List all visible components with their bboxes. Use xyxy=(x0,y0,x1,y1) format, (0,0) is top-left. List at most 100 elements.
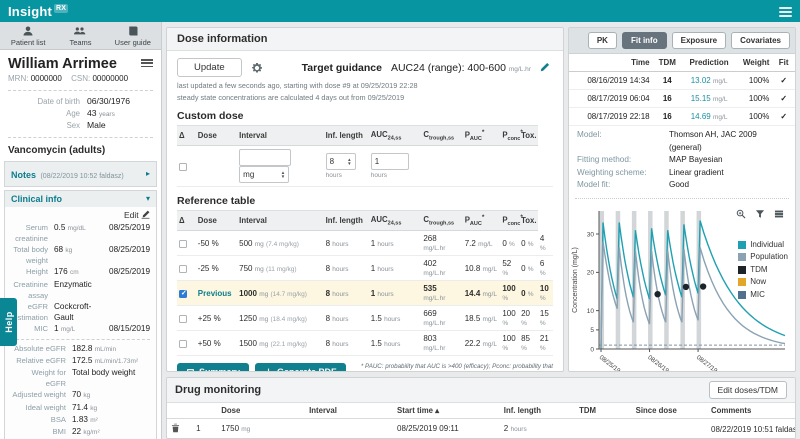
demographic-value: Male xyxy=(87,120,106,132)
row-checkbox[interactable] xyxy=(179,315,187,323)
steady-state-text: steady state concentrations are calculat… xyxy=(177,93,553,102)
col-prediction: Prediction xyxy=(682,54,736,72)
delete-dose-button[interactable] xyxy=(171,426,180,435)
patient-ids: MRN: 0000000 CSN: 00000000 xyxy=(0,73,161,87)
pencil-icon xyxy=(540,62,550,72)
tdm-point[interactable] xyxy=(700,283,706,289)
dose-unit-select[interactable]: mg▲▼ xyxy=(239,166,289,183)
edit-target-button[interactable] xyxy=(540,59,550,77)
last-updated-text: last updated a few seconds ago, starting… xyxy=(177,81,553,90)
reference-row[interactable]: +25 %1250 mg (18.4 mg/kg)8 hours1.5 hour… xyxy=(177,306,553,331)
col-start-time[interactable]: Start time ▴ xyxy=(393,403,500,419)
col-: Δ xyxy=(177,126,196,146)
custom-dose-checkbox[interactable] xyxy=(179,163,187,171)
edit-doses-tdm-button[interactable]: Edit doses/TDM xyxy=(709,381,787,399)
generate-pdf-button[interactable]: Generate PDF xyxy=(255,363,346,372)
reference-row[interactable]: -50 %500 mg (7.4 mg/kg)8 hours1 hours268… xyxy=(177,231,553,256)
sort-asc-icon: ▴ xyxy=(435,406,439,415)
nav-patient-list[interactable]: Patient list xyxy=(2,25,54,47)
demographic-label: Date of birth xyxy=(8,96,80,108)
col-since-dose[interactable]: Since dose xyxy=(632,403,707,419)
clinical-row: Height 176 cm 08/25/2019 xyxy=(11,266,150,278)
tab-exposure[interactable]: Exposure xyxy=(672,32,726,49)
drug-monitoring-title: Drug monitoring xyxy=(175,384,261,396)
clinical-row: Weight for eGFR Total body weight xyxy=(11,367,150,389)
pauc-cell: 52 % xyxy=(500,256,519,281)
funnel-icon xyxy=(755,209,765,219)
patient-menu-icon[interactable] xyxy=(141,59,153,68)
legend-item-now[interactable]: Now xyxy=(738,276,788,289)
reference-row[interactable]: Previous1000 mg (14.7 mg/kg)8 hours1 hou… xyxy=(177,281,553,306)
row-checkbox[interactable] xyxy=(179,290,187,298)
help-tab[interactable]: Help xyxy=(0,298,17,346)
nav-teams[interactable]: Teams xyxy=(54,25,106,47)
clinical-edit-button[interactable]: Edit xyxy=(11,209,150,222)
fit-time: 08/17/2019 06:04 xyxy=(569,90,653,108)
clinical-date: 08/25/2019 xyxy=(106,222,150,233)
row-checkbox[interactable] xyxy=(179,240,187,248)
settings-button[interactable] xyxy=(251,62,263,74)
clinical-value: 0.5 mg/dL xyxy=(54,222,106,234)
chart-filter-button[interactable] xyxy=(751,207,768,221)
legend-item-individual[interactable]: Individual xyxy=(738,239,788,252)
interval-stepper[interactable]: 8▲▼ xyxy=(326,153,356,170)
tdm-point[interactable] xyxy=(683,283,689,289)
col-weight: Weight xyxy=(736,54,772,72)
legend-label: Population xyxy=(750,251,788,264)
menu-icon[interactable] xyxy=(779,7,792,16)
col-tdm[interactable]: TDM xyxy=(575,403,632,419)
nav-user-guide[interactable]: User guide xyxy=(107,25,159,47)
legend-swatch xyxy=(738,278,746,286)
row-checkbox[interactable] xyxy=(179,265,187,273)
app-logo[interactable]: InsightRX xyxy=(8,4,68,19)
legend-item-tdm[interactable]: TDM xyxy=(738,264,788,277)
col-c-troughss: Ctrough,ss xyxy=(421,211,462,231)
fit-row: 08/17/2019 22:181614.69 mg/L100%✓ xyxy=(569,108,795,126)
col-comments[interactable]: Comments xyxy=(707,403,795,419)
fit-prediction: 13.02 mg/L xyxy=(682,72,736,90)
update-button[interactable]: Update xyxy=(177,58,242,77)
tab-fit-info[interactable]: Fit info xyxy=(622,32,667,49)
dose-comment[interactable]: 08/22/2019 10:51 faldaszj co... (1) xyxy=(707,419,795,439)
col-interval[interactable]: Interval xyxy=(305,403,393,419)
tab-pk[interactable]: PK xyxy=(588,32,617,49)
chart-menu-button[interactable] xyxy=(770,207,787,221)
clinical-value: 172.5 mL/min/1.73m² xyxy=(72,355,150,367)
fit-check-icon: ✓ xyxy=(772,72,795,90)
summary-button[interactable]: Summary xyxy=(177,363,249,372)
pauc-cell: 0 % xyxy=(500,231,519,256)
legend-item-mic[interactable]: MIC xyxy=(738,289,788,302)
legend-label: TDM xyxy=(750,264,767,277)
fit-tdm: 16 xyxy=(653,90,682,108)
demographic-value: 43 years xyxy=(87,108,115,121)
model-label: Fitting method: xyxy=(577,154,669,167)
col-dose[interactable]: Dose xyxy=(217,403,305,419)
target-guidance-label: Target guidance xyxy=(302,62,382,74)
reference-row[interactable]: +50 %1500 mg (22.1 mg/kg)8 hours1.5 hour… xyxy=(177,331,553,356)
notes-panel-header[interactable]: Notes (08/22/2019 10:52 faldasz) ▸ xyxy=(5,162,156,186)
col-inf-length[interactable]: Inf. length xyxy=(500,403,575,419)
patient-name: William Arrimee xyxy=(8,56,117,72)
dose-number[interactable]: 1 xyxy=(192,419,217,439)
interval-cell: 8 hours xyxy=(324,231,369,256)
y-tick-label: 10 xyxy=(587,307,595,314)
interval-cell: 8 hours xyxy=(324,281,369,306)
reference-row[interactable]: -25 %750 mg (11 mg/kg)8 hours1 hours402 … xyxy=(177,256,553,281)
concentration-chart[interactable]: IndividualPopulationTDMNowMIC 0510203008… xyxy=(569,203,795,373)
dose-row[interactable]: 11750 mg08/25/2019 09:112 hours08/22/201… xyxy=(167,419,795,439)
legend-item-population[interactable]: Population xyxy=(738,251,788,264)
clinical-info-header[interactable]: Clinical info ▾ xyxy=(5,191,156,207)
inf-length-input[interactable] xyxy=(371,153,409,170)
tdm-point[interactable] xyxy=(654,290,660,296)
dose-cell: 500 mg (7.4 mg/kg) xyxy=(237,231,323,256)
row-checkbox[interactable] xyxy=(179,340,187,348)
tab-covariates[interactable]: Covariates xyxy=(731,32,790,49)
chart-zoom-button[interactable] xyxy=(732,207,749,221)
clinical-value: 1 mg/L xyxy=(54,323,106,335)
custom-dose-input[interactable] xyxy=(239,149,291,166)
col-p-conc: Pconc* xyxy=(500,211,519,231)
col-p-conc: Pconc* xyxy=(500,126,519,146)
pk-panel: PKFit infoExposureCovariates Time TDM Pr… xyxy=(568,27,796,372)
trash-icon xyxy=(171,423,180,433)
custom-dose-title: Custom dose xyxy=(177,110,553,122)
